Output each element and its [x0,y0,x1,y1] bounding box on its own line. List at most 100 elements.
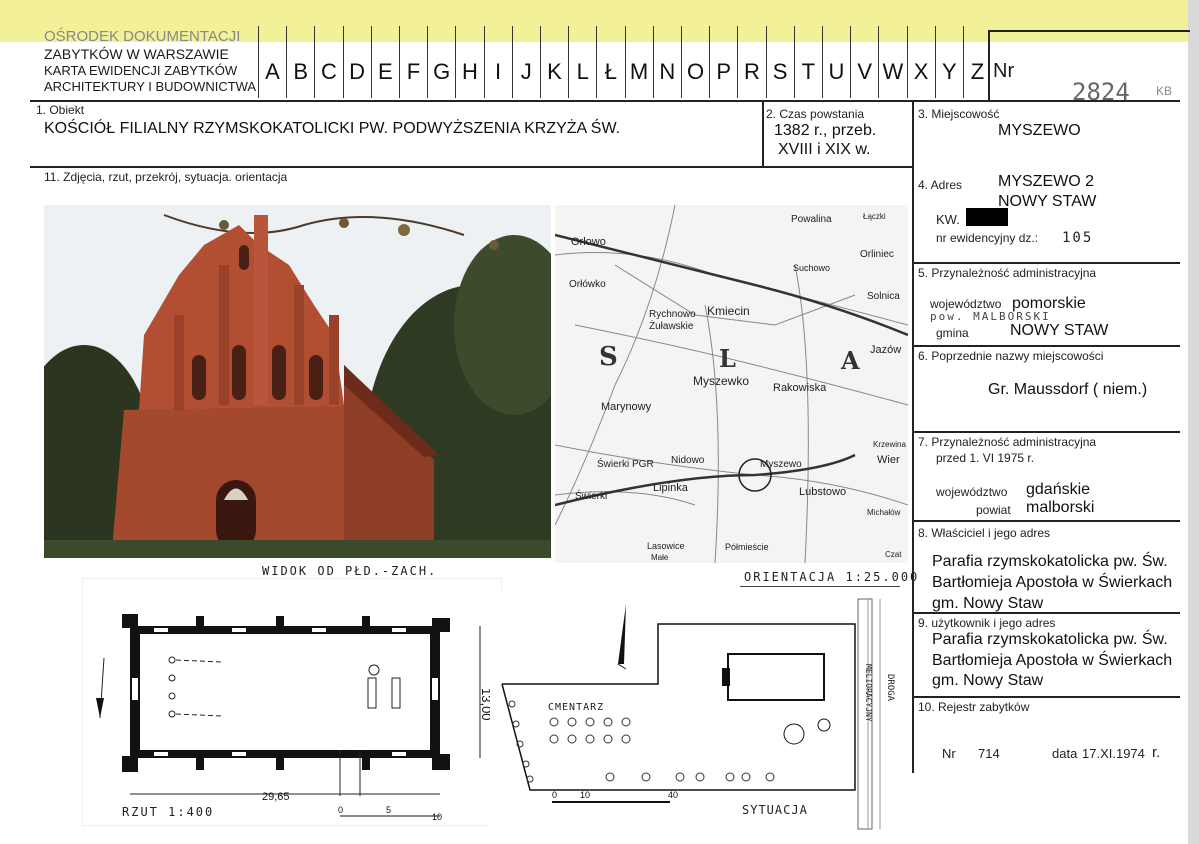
plan-caption: RZUT 1:400 [122,805,214,819]
map-label-swierki: Świerki [575,489,607,502]
object-label: 1. Obiekt [36,103,85,117]
letter-cell-i: I [495,59,502,84]
letter-cell-x: X [913,59,929,84]
voivodeship-label: województwo [930,297,1002,311]
old-admin-sub: przed 1. VI 1975 r. [936,451,1035,465]
plan-scale-10: 10 [432,812,442,822]
commune-value: NOWY STAW [1010,322,1109,339]
letter-cell-h: H [461,59,478,84]
date-label: 2. Czas powstania [766,107,865,121]
orientation-map: Orłowo Orłówko Powalina Łączki Suchowo O… [555,205,908,563]
letter-cell-f: F [406,59,421,84]
map-label-rychnowo: Rychnowo [649,309,696,320]
register-date-label: data [1052,746,1078,761]
floor-plan: 29,65 13,00 0 5 10 RZUT 1:400 [82,578,502,826]
previous-names-value: Gr. Maussdorf ( niem.) [988,381,1148,398]
letter-cell-j: J [520,59,532,84]
map-label-krzewina: Krzewina [873,440,906,449]
org-title-2: ZABYTKÓW W WARSZAWIE [44,46,229,62]
owner-label: 8. Właściciel i jego adres [918,526,1051,540]
register-nr-value: 714 [978,746,1000,761]
date-line-2: XVIII i XIX w. [778,141,871,158]
map-label-czat: Czat [885,550,902,559]
photos-label: 11. Zdjęcia, rzut, przekrój, sytuacja. o… [44,170,288,184]
locality-value: MYSZEWO [998,122,1081,139]
map-label-orliniec: Orliniec [860,249,894,260]
map-label-powalina: Powalina [791,214,832,225]
plan-scale-5: 5 [386,805,391,815]
admin-label: 5. Przynależność administracyjna [918,266,1097,280]
owner-line-2: Bartłomieja Apostoła w Świerkach [932,574,1173,591]
situation-scale-40: 40 [668,790,678,800]
plan-length: 29,65 [262,791,290,803]
user-label: 9. użytkownik i jego adres [918,616,1056,630]
letter-cell-t: T [801,59,816,84]
plot-number-value: 105 [1062,230,1094,246]
kw-label: KW. [936,212,960,227]
situation-plan: 0 10 40 CMENTARZ SYTUACJA DROGA MELIORAC… [490,594,908,834]
register-date-value: 17.XI.1974 [1082,746,1145,761]
object-value: KOŚCIÓŁ FILIALNY RZYMSKOKATOLICKI PW. PO… [44,120,621,137]
map-label-solnica: Solnica [867,291,900,302]
letter-cell-b: B [293,59,309,84]
letter-cell-v: V [857,59,873,84]
map-label-suchowo: Suchowo [793,263,830,273]
photo-caption: WIDOK OD PŁD.-ZACH. [262,564,438,578]
letter-cell-d: D [349,59,366,84]
user-line-2: Bartłomieja Apostoła w Świerkach [932,652,1173,669]
letter-cell-y: Y [941,59,957,84]
letter-cell-z: Z [970,59,985,84]
record-initials: KB [1156,84,1173,98]
cemetery-label: CMENTARZ [548,702,604,713]
card-edge [1188,0,1199,844]
map-label-polmiescie: Półmieście [725,542,769,552]
register-nr-label: Nr [942,746,956,761]
card-title-1: KARTA EWIDENCJI ZABYTKÓW [44,63,238,78]
owner-line-3: gm. Nowy Staw [932,595,1044,612]
register-label: 10. Rejestr zabytków [918,700,1030,714]
commune-label: gmina [936,326,969,340]
old-voivodeship-value: gdańskie [1026,481,1091,498]
address-label: 4. Adres [918,178,963,192]
church-photo [44,205,551,558]
user-line-1: Parafia rzymskokatolicka pw. Św. [932,631,1168,648]
map-label-wier: Wier [877,454,900,466]
map-label-orlowo: Orłowo [571,236,606,248]
address-line-1: MYSZEWO 2 [998,173,1095,190]
map-label-myszewo: Myszewo [760,459,802,470]
map-label-lasowice-2: Małe [651,553,669,562]
map-region-s: S [599,342,618,372]
old-voivodeship-label: województwo [936,485,1008,499]
old-county-value: malborski [1026,499,1095,516]
map-label-zulawskie: Żuławskie [649,319,694,332]
locality-label: 3. Miejscowość [918,107,1000,121]
map-label-swierki-pgr: Świerki PGR [597,457,654,470]
map-region-a: A [840,346,860,375]
letter-cell-l: L [576,59,589,84]
situation-scale-0: 0 [552,790,557,800]
map-label-kmiecin: Kmiecin [707,304,750,318]
map-label-marynowy: Marynowy [601,401,652,413]
letter-cell-s: S [772,59,788,84]
date-line-1: 1382 r., przeb. [774,122,877,139]
old-admin-label: 7. Przynależność administracyjna [918,435,1097,449]
letter-cell-u: U [828,59,845,84]
situation-caption: SYTUACJA [742,803,808,817]
letter-cell-e: E [377,59,393,84]
map-caption: ORIENTACJA 1:25.000 [744,570,920,584]
map-label-lipinka: Lipinka [653,482,689,494]
letter-cell-w: W [882,59,904,84]
map-label-nidowo: Nidowo [671,455,705,466]
map-label-jazow: Jazów [870,344,901,356]
address-line-2: NOWY STAW [998,193,1097,210]
user-line-3: gm. Nowy Staw [932,672,1044,689]
map-label-laczki: Łączki [863,212,886,221]
map-label-michalow: Michałów [867,508,901,517]
letter-cell-o: O [686,59,705,84]
letter-cell-k: K [547,59,562,84]
road-label: DROGA [885,674,895,702]
map-label-lubstowo: Lubstowo [799,486,846,498]
letter-cell-c: C [320,59,337,84]
owner-line-1: Parafia rzymskokatolicka pw. Św. [932,553,1168,570]
map-label-rakowiska: Rakowiska [773,382,827,394]
